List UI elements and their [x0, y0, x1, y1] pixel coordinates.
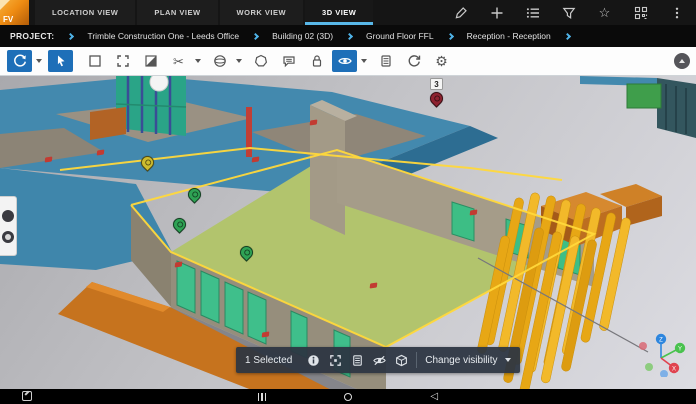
- chevron-right-icon: [346, 32, 353, 39]
- recent-apps-button[interactable]: [258, 393, 267, 401]
- viewport-side-tools: [0, 196, 17, 256]
- tab-label: PLAN VIEW: [154, 8, 200, 17]
- box-select-button[interactable]: [138, 50, 163, 72]
- overflow-menu-icon[interactable]: [669, 5, 684, 20]
- 3d-model-scene: [0, 76, 696, 389]
- breadcrumb-item-project[interactable]: Trimble Construction One - Leeds Office: [87, 31, 239, 41]
- view-mode-tool-button[interactable]: [2, 210, 14, 222]
- properties-button[interactable]: [373, 50, 398, 72]
- app-window: FV LOCATION VIEW PLAN VIEW WORK VIEW 3D …: [0, 0, 696, 404]
- chevron-right-icon: [564, 32, 571, 39]
- tab-plan-view[interactable]: PLAN VIEW: [137, 0, 217, 25]
- gizmo-x-label: X: [672, 367, 676, 373]
- orbit-dropdown-caret[interactable]: [36, 59, 42, 63]
- change-visibility-caret[interactable]: [505, 358, 511, 362]
- chevron-right-icon: [447, 32, 454, 39]
- lock-button[interactable]: [304, 50, 329, 72]
- top-actions: ☆: [453, 0, 696, 25]
- breadcrumb-prefix: PROJECT:: [10, 31, 54, 41]
- breadcrumb-item-building[interactable]: Building 02 (3D): [272, 31, 333, 41]
- clash-tag-button[interactable]: [248, 50, 273, 72]
- selection-bar: 1 Selected Change visibility: [236, 347, 520, 373]
- axis-gizmo[interactable]: Z Y X: [634, 331, 690, 377]
- pen-icon[interactable]: [453, 5, 468, 20]
- breadcrumb-item-floor[interactable]: Ground Floor FFL: [366, 31, 434, 41]
- tab-label: LOCATION VIEW: [52, 8, 118, 17]
- qr-scan-icon[interactable]: [633, 5, 648, 20]
- back-button[interactable]: ◁: [430, 392, 438, 402]
- orbit-tool-button[interactable]: [7, 50, 32, 72]
- home-button[interactable]: [344, 393, 352, 401]
- section-cut-scissors-button[interactable]: ✂: [166, 50, 191, 72]
- panel-toggle-knob[interactable]: [674, 53, 690, 69]
- settings-gear-button[interactable]: ⚙: [429, 50, 454, 72]
- chevron-right-icon: [67, 32, 74, 39]
- chevron-right-icon: [252, 32, 259, 39]
- hide-eye-off-icon[interactable]: [368, 351, 390, 369]
- model-viewport[interactable]: 3 1 Selected Change visibility: [0, 76, 696, 389]
- section-dropdown-caret[interactable]: [195, 59, 201, 63]
- gizmo-z-label: Z: [659, 338, 663, 344]
- properties-icon[interactable]: [346, 351, 368, 369]
- app-logo[interactable]: FV: [0, 0, 29, 25]
- corner-select-button[interactable]: [110, 50, 135, 72]
- gizmo-y-label: Y: [678, 347, 682, 353]
- sphere-view-button[interactable]: [207, 50, 232, 72]
- tab-label: WORK VIEW: [237, 8, 287, 17]
- pen-window-button[interactable]: [22, 391, 32, 401]
- top-bar: FV LOCATION VIEW PLAN VIEW WORK VIEW 3D …: [0, 0, 696, 25]
- filter-icon[interactable]: [561, 5, 576, 20]
- add-icon[interactable]: [489, 5, 504, 20]
- change-visibility-label[interactable]: Change visibility: [425, 355, 497, 366]
- fit-to-view-icon[interactable]: [324, 351, 346, 369]
- breadcrumb-item-location[interactable]: Reception - Reception: [467, 31, 551, 41]
- select-tool-button[interactable]: [48, 50, 73, 72]
- viewer-toolbar: ✂ ⚙: [0, 47, 696, 76]
- favorite-star-icon[interactable]: ☆: [597, 5, 612, 20]
- info-icon[interactable]: [302, 351, 324, 369]
- sphere-dropdown-caret[interactable]: [236, 59, 242, 63]
- tab-location-view[interactable]: LOCATION VIEW: [35, 0, 135, 25]
- visibility-dropdown-caret[interactable]: [361, 59, 367, 63]
- isolate-box-icon[interactable]: [390, 351, 412, 369]
- app-logo-text: FV: [3, 15, 13, 24]
- tab-work-view[interactable]: WORK VIEW: [220, 0, 304, 25]
- tab-3d-view[interactable]: 3D VIEW: [305, 0, 373, 25]
- tab-label: 3D VIEW: [322, 8, 356, 17]
- visibility-tool-button[interactable]: [332, 50, 357, 72]
- marquee-select-button[interactable]: [82, 50, 107, 72]
- comment-button[interactable]: [276, 50, 301, 72]
- refresh-button[interactable]: [401, 50, 426, 72]
- view-tabs: LOCATION VIEW PLAN VIEW WORK VIEW 3D VIE…: [35, 0, 375, 25]
- layers-tool-button[interactable]: [2, 231, 14, 243]
- list-icon[interactable]: [525, 5, 540, 20]
- selection-count: 1 Selected: [245, 355, 292, 366]
- android-nav-bar: ◁: [0, 389, 696, 404]
- breadcrumb: PROJECT: Trimble Construction One - Leed…: [0, 25, 696, 47]
- divider: [416, 352, 417, 368]
